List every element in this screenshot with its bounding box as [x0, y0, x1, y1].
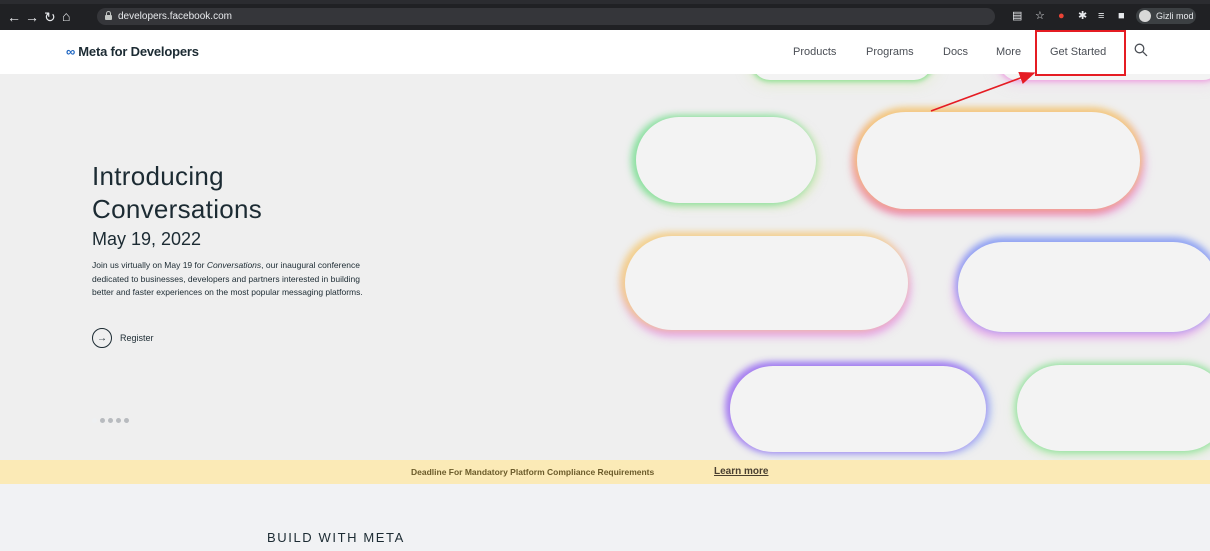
decorative-pill — [636, 117, 816, 203]
carousel-dot[interactable] — [92, 418, 97, 423]
register-button[interactable]: → Register — [92, 328, 154, 348]
back-arrow-icon[interactable]: ← — [7, 10, 21, 24]
reload-icon[interactable]: ↻ — [44, 10, 56, 24]
extension-icon[interactable]: ● — [1058, 11, 1065, 22]
lock-icon — [105, 11, 112, 20]
build-section: BUILD WITH META — [0, 484, 1210, 551]
address-bar[interactable]: developers.facebook.com — [97, 8, 995, 25]
meta-infinity-icon: ∞ — [66, 44, 76, 59]
home-icon[interactable]: ⌂ — [62, 9, 70, 23]
translate-icon[interactable]: ▤ — [1012, 11, 1022, 22]
nav-more[interactable]: More — [996, 46, 1021, 58]
register-label: Register — [120, 333, 154, 343]
decorative-pill — [1017, 365, 1210, 451]
decorative-pill — [857, 112, 1140, 209]
banner-text: Deadline For Mandatory Platform Complian… — [411, 467, 655, 477]
reading-list-icon[interactable]: ≡ — [1098, 11, 1104, 22]
nav-programs[interactable]: Programs — [866, 46, 914, 58]
hero-title: Introducing Conversations — [92, 161, 263, 224]
nav-products[interactable]: Products — [793, 46, 836, 58]
side-panel-icon[interactable]: ■ — [1118, 11, 1125, 22]
section-title: BUILD WITH META — [267, 530, 405, 545]
site-header: ∞ Meta for Developers Products Programs … — [0, 30, 1210, 74]
forward-arrow-icon[interactable]: → — [25, 10, 39, 24]
decorative-pill — [752, 74, 932, 80]
puzzle-icon[interactable]: ✱ — [1078, 11, 1087, 22]
carousel-dot[interactable] — [108, 418, 113, 423]
meta-logo[interactable]: ∞ Meta for Developers — [66, 44, 199, 59]
incognito-avatar-icon — [1139, 10, 1151, 22]
search-icon[interactable] — [1134, 43, 1148, 57]
hero-section: Introducing Conversations May 19, 2022 J… — [0, 74, 1210, 460]
annotation-highlight-box — [1035, 30, 1126, 76]
compliance-banner: Deadline For Mandatory Platform Complian… — [0, 460, 1210, 484]
carousel-dot[interactable] — [100, 418, 105, 423]
carousel-dots — [92, 418, 129, 423]
tab-strip[interactable] — [0, 0, 1210, 4]
star-icon[interactable]: ☆ — [1035, 11, 1045, 22]
hero-date: May 19, 2022 — [92, 229, 202, 249]
carousel-dot[interactable] — [124, 418, 129, 423]
profile-chip[interactable]: Gizli mod — [1136, 8, 1196, 24]
hero-description: Join us virtually on May 19 for Conversa… — [92, 260, 363, 297]
logo-text: Meta for Developers — [78, 44, 199, 59]
profile-name: Gizli mod — [1156, 11, 1194, 21]
decorative-pill — [958, 242, 1210, 332]
learn-more-link[interactable]: Learn more — [714, 466, 768, 477]
arrow-right-icon: → — [92, 328, 112, 348]
nav-docs[interactable]: Docs — [943, 46, 968, 58]
browser-toolbar: ← → ↻ ⌂ developers.facebook.com ▤ ☆ ● ✱ … — [0, 0, 1210, 30]
decorative-pill — [625, 236, 908, 330]
url-text: developers.facebook.com — [118, 11, 232, 22]
carousel-dot[interactable] — [116, 418, 121, 423]
decorative-pill — [730, 366, 986, 452]
